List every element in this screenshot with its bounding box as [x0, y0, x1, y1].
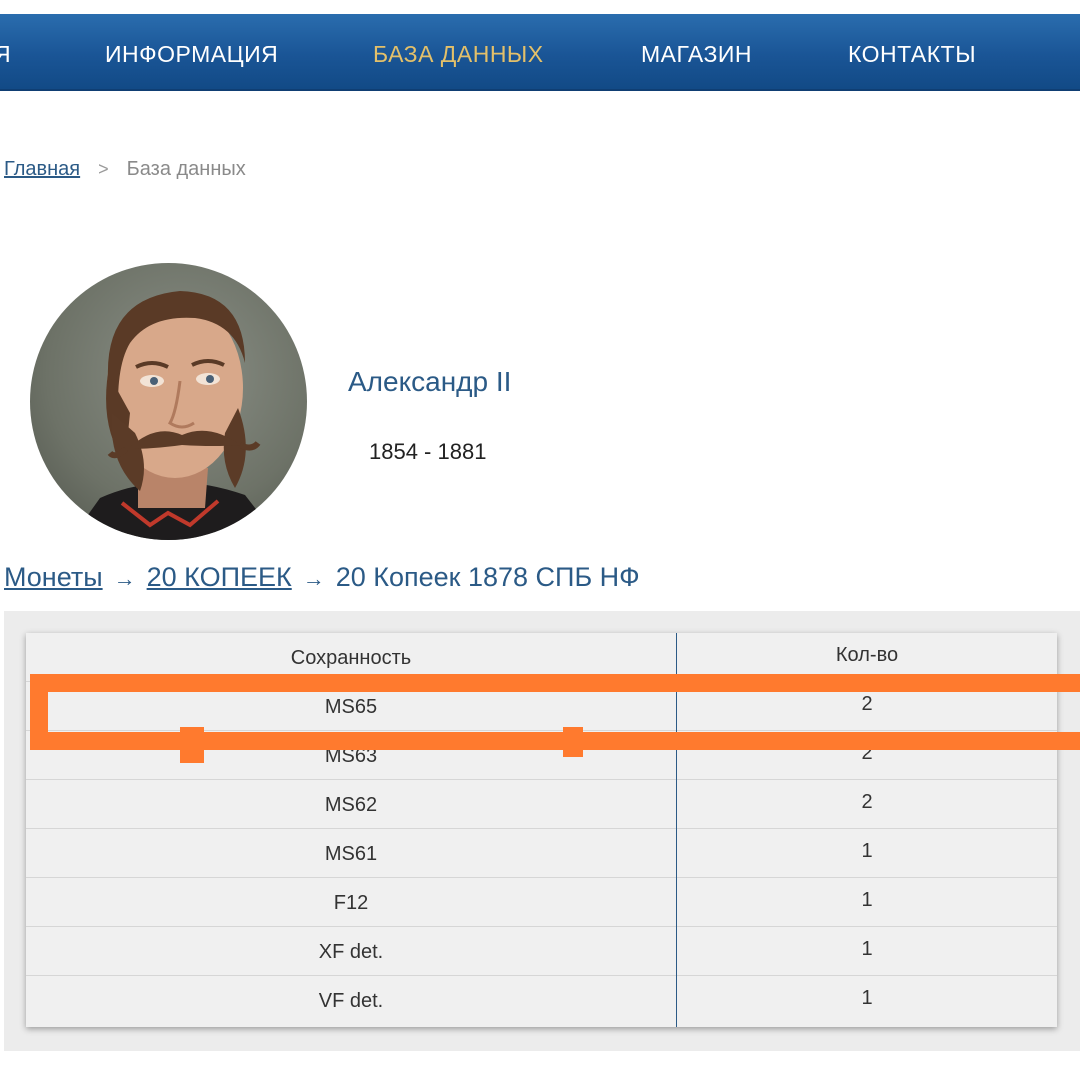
column-divider [676, 633, 677, 1027]
breadcrumb-home-link[interactable]: Главная [4, 158, 80, 181]
arrow-right-icon: → [113, 566, 136, 591]
header-qty: Кол-во [835, 644, 899, 666]
nav-item-information[interactable]: ИНФОРМАЦИЯ [105, 14, 278, 91]
ruler-portrait [30, 263, 307, 540]
arrow-right-icon: → [302, 566, 325, 591]
coins-link[interactable]: Монеты [4, 562, 103, 593]
grade-cell: F12 [333, 892, 369, 914]
coin-title: 20 Копеек 1878 СПБ НФ [335, 562, 640, 592]
nav-item-partial[interactable]: Я [0, 14, 11, 91]
ruler-name: Александр II [348, 366, 512, 397]
qty-cell: 1 [861, 889, 873, 911]
grade-cell: MS61 [324, 843, 378, 865]
qty-cell: 2 [861, 791, 873, 813]
grade-cell: MS65 [324, 696, 378, 718]
table-row[interactable]: MS62 2 [26, 780, 1057, 829]
table-row[interactable]: MS65 2 [26, 682, 1057, 731]
breadcrumb-current: База данных [126, 157, 246, 180]
portrait-image [70, 291, 280, 540]
qty-cell: 1 [861, 840, 873, 862]
breadcrumb: Главная > База данных [4, 154, 246, 184]
header-grade: Сохранность [290, 647, 412, 669]
breadcrumb-separator-icon: > [98, 158, 109, 179]
table-row[interactable]: MS63 2 [26, 731, 1057, 780]
table-row[interactable]: MS61 1 [26, 829, 1057, 878]
ruler-years: 1854 - 1881 [369, 439, 487, 464]
top-navigation: Я ИНФОРМАЦИЯ БАЗА ДАННЫХ МАГАЗИН КОНТАКТ… [0, 14, 1080, 91]
table-header-row: Сохранность Кол-во [26, 633, 1057, 682]
grade-cell: XF det. [318, 941, 384, 963]
qty-cell: 1 [861, 987, 873, 1009]
grade-cell: MS63 [324, 745, 378, 767]
category-link[interactable]: 20 КОПЕЕК [147, 562, 292, 593]
nav-item-database[interactable]: БАЗА ДАННЫХ [373, 14, 544, 91]
grade-table: Сохранность Кол-во MS65 2 MS63 2 MS62 2 … [26, 633, 1057, 1027]
grade-cell: VF det. [318, 990, 384, 1012]
nav-item-shop[interactable]: МАГАЗИН [641, 14, 752, 91]
qty-cell: 1 [861, 938, 873, 960]
grade-cell: MS62 [324, 794, 378, 816]
table-row[interactable]: XF det. 1 [26, 927, 1057, 976]
table-row[interactable]: F12 1 [26, 878, 1057, 927]
table-row[interactable]: VF det. 1 [26, 976, 1057, 1025]
grade-table-container: Сохранность Кол-во MS65 2 MS63 2 MS62 2 … [4, 611, 1080, 1051]
qty-cell: 2 [861, 693, 873, 715]
qty-cell: 2 [861, 742, 873, 764]
coin-breadcrumb: Монеты → 20 КОПЕЕК → 20 Копеек 1878 СПБ … [4, 562, 640, 593]
nav-item-contacts[interactable]: КОНТАКТЫ [848, 14, 976, 91]
